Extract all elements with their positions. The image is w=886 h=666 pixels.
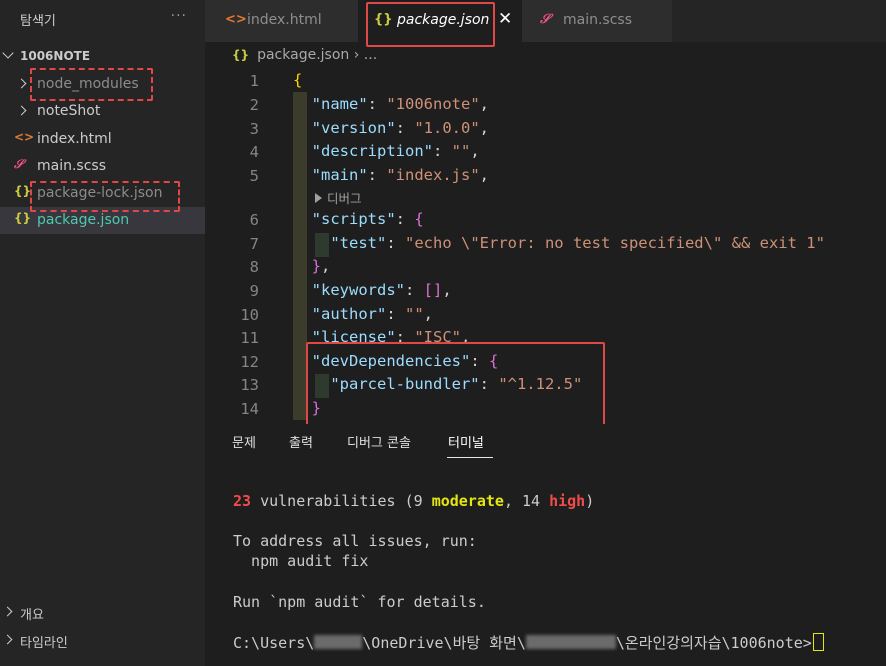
outline-section-label: 개요	[20, 608, 44, 623]
more-actions-icon[interactable]: ···	[171, 8, 187, 24]
code-line: 1 {	[205, 70, 886, 94]
debug-codelens-label: 디버그	[327, 191, 362, 206]
code-line: 6 "scripts": {	[205, 209, 886, 233]
tree-item-index-html[interactable]: <> index.html	[0, 126, 205, 153]
tab-label: main.scss	[563, 12, 633, 28]
line-number: 3	[249, 120, 259, 138]
tree-item-label: node_modules	[37, 76, 139, 92]
tree-item-package-lock-json[interactable]: {} package-lock.json	[0, 180, 205, 207]
line-number: 2	[249, 96, 259, 114]
code-line: 11 "license": "ISC",	[205, 327, 886, 351]
line-number: 1	[249, 72, 259, 90]
timeline-section-label: 타임라인	[20, 636, 68, 651]
terminal-line: npm audit fix	[233, 552, 369, 570]
line-number: 9	[249, 282, 259, 300]
html-file-icon: <>	[14, 130, 35, 144]
code-line: 7 "test": "echo \"Error: no test specifi…	[205, 233, 886, 257]
tree-item-label: main.scss	[37, 158, 107, 174]
json-file-icon: {}	[232, 48, 250, 62]
workspace-folder[interactable]: 1006NOTE	[0, 46, 205, 68]
tree-item-label: package.json	[37, 212, 130, 228]
tree-item-label: package-lock.json	[37, 185, 163, 201]
tab-main-scss[interactable]: 𝒮 main.scss	[522, 0, 672, 42]
line-number: 14	[240, 400, 259, 418]
tab-label: package.json	[397, 12, 490, 28]
timeline-section[interactable]: 타임라인	[0, 628, 205, 652]
tree-item-noteshot[interactable]: noteShot	[0, 98, 205, 125]
chevron-down-icon	[2, 47, 14, 59]
line-number: 4	[249, 143, 259, 161]
line-number: 12	[240, 353, 259, 371]
code-line: 9 "keywords": [],	[205, 280, 886, 304]
code-editor[interactable]: 1 { 2 "name": "1006note", 3 "version": "…	[205, 68, 886, 424]
terminal-line: Run `npm audit` for details.	[233, 593, 486, 611]
active-tab-indicator	[447, 457, 493, 458]
code-line: 12 "devDependencies": {	[205, 351, 886, 375]
close-icon[interactable]: ✕	[498, 9, 512, 29]
code-line: 14 }	[205, 398, 886, 422]
explorer-title: 탐색기	[20, 14, 56, 29]
tab-problems[interactable]: 문제	[232, 432, 256, 451]
tab-package-json[interactable]: {} package.json ✕	[358, 0, 522, 42]
bottom-panel: 문제 출력 디버그 콘솔 터미널 23 vulnerabilities (9 m…	[205, 424, 886, 666]
play-icon	[315, 193, 322, 203]
terminal-line: To address all issues, run:	[233, 532, 477, 550]
code-line: 10 "author": "",	[205, 304, 886, 328]
line-number: 10	[240, 306, 259, 324]
tree-item-package-json[interactable]: {} package.json	[0, 207, 205, 234]
tree-item-label: noteShot	[37, 103, 101, 119]
debug-codelens[interactable]: 디버그	[315, 188, 362, 207]
chevron-right-icon	[16, 105, 27, 116]
chevron-right-icon	[2, 606, 13, 617]
tree-item-label: index.html	[37, 131, 112, 147]
json-file-icon: {}	[374, 12, 393, 27]
breadcrumb-separator: ›	[353, 47, 360, 63]
code-line: 2 "name": "1006note",	[205, 94, 886, 118]
line-number: 8	[249, 258, 259, 276]
workspace-folder-label: 1006NOTE	[20, 49, 91, 63]
explorer-sidebar: 탐색기 ··· 1006NOTE node_modules noteShot <…	[0, 0, 205, 666]
code-line: 4 "description": "",	[205, 141, 886, 165]
code-line: 5 "main": "index.js",	[205, 165, 886, 189]
code-line: 3 "version": "1.0.0",	[205, 118, 886, 142]
editor-tab-bar: <> index.html {} package.json ✕ 𝒮 main.s…	[205, 0, 886, 42]
tab-output[interactable]: 출력	[289, 432, 313, 451]
breadcrumb-more[interactable]: ...	[364, 47, 377, 63]
terminal-line: 23 vulnerabilities (9 moderate, 14 high)	[233, 492, 595, 510]
tab-index-html[interactable]: <> index.html	[205, 0, 358, 42]
json-file-icon: {}	[14, 211, 32, 225]
line-number: 13	[240, 376, 259, 394]
scss-file-icon: 𝒮	[540, 12, 551, 27]
line-number: 6	[249, 211, 259, 229]
tab-label: index.html	[247, 12, 322, 28]
line-number: 7	[249, 235, 259, 253]
code-line: 13 "parcel-bundler": "^1.12.5"	[205, 374, 886, 398]
code-line: 8 },	[205, 256, 886, 280]
line-number: 11	[240, 329, 259, 347]
scss-file-icon: 𝒮	[14, 157, 24, 171]
chevron-right-icon	[2, 634, 13, 645]
redacted-folder	[525, 635, 616, 649]
breadcrumb[interactable]: {} package.json › ...	[232, 47, 377, 63]
terminal-cursor	[812, 633, 824, 651]
tree-item-main-scss[interactable]: 𝒮 main.scss	[0, 153, 205, 180]
redacted-username	[314, 635, 363, 649]
chevron-right-icon	[16, 78, 27, 89]
outline-section[interactable]: 개요	[0, 600, 205, 624]
terminal-prompt[interactable]: C:\Users\ \OneDrive\바탕 화면\ \온라인강의자습\1006no…	[233, 632, 824, 653]
json-file-icon: {}	[14, 184, 32, 198]
html-file-icon: <>	[225, 12, 247, 27]
tab-debug-console[interactable]: 디버그 콘솔	[347, 432, 411, 451]
tab-terminal[interactable]: 터미널	[448, 432, 484, 451]
tree-item-node-modules[interactable]: node_modules	[0, 71, 205, 98]
line-number: 5	[249, 167, 259, 185]
breadcrumb-file[interactable]: package.json	[257, 47, 349, 63]
